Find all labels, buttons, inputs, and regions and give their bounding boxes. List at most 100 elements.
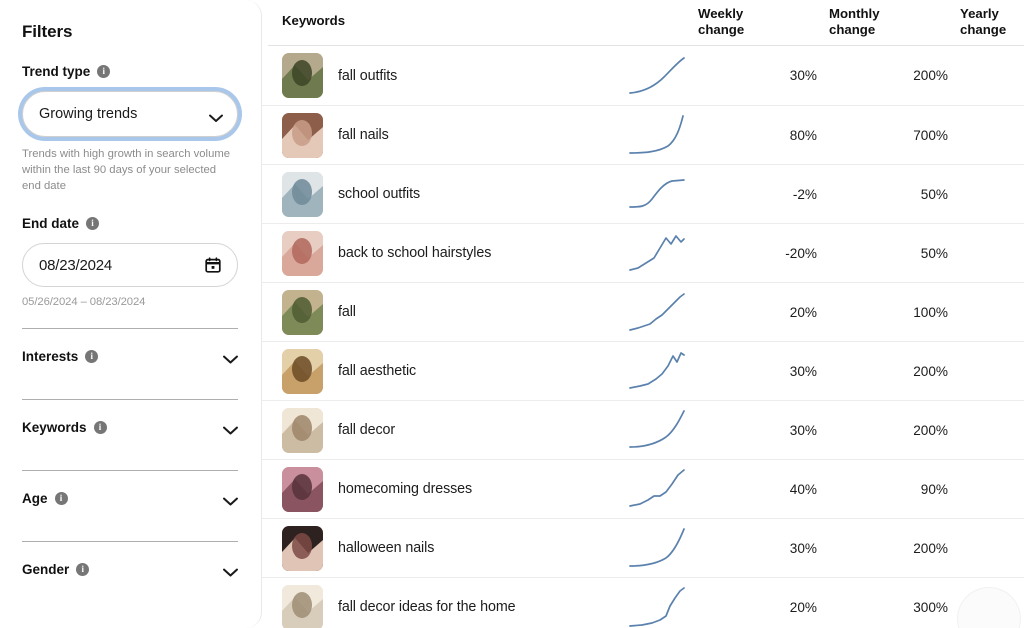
info-icon[interactable]: i [93,420,107,434]
monthly-change-value: 700% [913,127,948,143]
info-icon[interactable]: i [97,65,111,78]
chevron-down-icon [223,494,238,506]
yearly-change-value: 20% [960,68,1024,83]
sidebar-item-gender[interactable]: Gender i [22,546,238,592]
yearly-change-value: 60% [960,246,1024,261]
section-divider [22,328,238,330]
table-row[interactable]: fall decor ideas for the home20%300%30% [262,577,1024,628]
weekly-change-value: -2% [792,186,817,202]
keyword-cell: homecoming dresses [268,466,628,512]
sparkline-chart [629,352,685,389]
trend-type-select[interactable]: Growing trends [22,91,238,137]
keyword-label: fall decor ideas for the home [338,599,516,615]
sidebar-sections: Interests i Keywords i Age i Gender i [22,328,239,592]
keyword-thumbnail[interactable] [282,53,323,98]
column-header-yearly-change[interactable]: Yearly change [960,0,1024,39]
monthly-change-value: 200% [913,540,948,556]
keyword-thumbnail[interactable] [282,348,323,394]
keyword-cell: fall [268,289,628,335]
keyword-thumbnail[interactable] [282,230,323,276]
date-range-caption: 05/26/2024 – 08/23/2024 [22,296,146,309]
calendar-icon[interactable] [205,257,221,273]
table-row[interactable]: fall aesthetic 30% 200% -30% [262,341,1024,400]
info-icon[interactable]: i [86,217,100,231]
keyword-label: halloween nails [338,540,435,556]
chevron-down-icon [209,110,223,122]
monthly-header-line1: Monthly [829,6,880,21]
monthly-header-line2: change [829,22,876,38]
sparkline-cell [628,466,698,512]
column-header-sparkline [628,0,698,6]
table-row[interactable]: fall outfits 30% 200% 20% [262,46,1024,105]
column-header-keywords[interactable]: Keywords [268,0,628,29]
monthly-change-value: 200% [913,422,948,438]
trend-type-help-text: Trends with high growth in search volume… [22,148,231,193]
sparkline-cell [628,525,698,571]
monthly-change-value: 100% [913,304,948,320]
weekly-change-value: 40% [789,481,817,497]
keyword-thumbnail[interactable] [282,525,323,571]
weekly-header-line2: change [698,22,745,38]
keyword-label: fall nails [338,127,389,143]
chevron-down-icon [223,423,238,435]
sparkline-cell [628,407,698,453]
yearly-header-line2: change [960,22,1007,38]
weekly-header-line1: Weekly [698,6,744,21]
trend-type-label-text: Trend type [22,64,91,79]
sparkline-cell [628,53,698,99]
keyword-label: homecoming dresses [338,481,473,497]
end-date-value: 08/23/2024 [39,256,113,274]
info-icon[interactable]: i [76,562,90,576]
section-divider [22,541,238,543]
table-row[interactable]: school outfits -2% 50% 20% [262,164,1024,223]
monthly-change-value: 50% [920,245,948,261]
table-body: fall outfits 30% 200% 20% fall nails 80% 700% 4… [262,46,1024,628]
keyword-cell: fall decor ideas for the home [268,584,628,628]
sparkline-cell [628,584,698,628]
info-icon[interactable]: i [54,491,68,505]
keyword-thumbnail[interactable] [282,584,323,628]
info-icon[interactable]: i [85,349,99,363]
monthly-change-value: 200% [913,68,948,83]
sparkline-chart [629,587,685,627]
keyword-thumbnail[interactable] [282,289,323,335]
sparkline-cell [628,171,698,217]
keyword-thumbnail[interactable] [282,466,323,512]
table-row[interactable]: fall nails 80% 700% 40% [262,105,1024,164]
monthly-change-value: 200% [913,363,948,379]
table-row[interactable]: halloween nails 30% 200% 7% [262,518,1024,577]
keyword-label: fall outfits [338,67,398,84]
weekly-change-value: 30% [789,68,817,83]
sidebar-item-interests[interactable]: Interests i [22,333,238,379]
keyword-label: back to school hairstyles [338,245,492,261]
table-row[interactable]: homecoming dresses 40% 90% -7% [262,459,1024,518]
keyword-thumbnail[interactable] [282,407,323,453]
sidebar-item-age[interactable]: Age i [22,475,238,521]
yearly-change-value: 3% [960,305,1024,320]
keyword-cell: fall aesthetic [268,348,628,394]
keywords-label: Keywords i [22,420,223,435]
sparkline-chart [629,235,685,271]
sparkline-chart [629,469,685,507]
yearly-change-value: 20% [960,187,1024,202]
keyword-cell: halloween nails [268,525,628,571]
table-row[interactable]: back to school hairstyles -20% 50% 60% [262,223,1024,282]
end-date-input[interactable]: 08/23/2024 [22,243,238,288]
sparkline-cell [628,289,698,335]
keyword-thumbnail[interactable] [282,112,323,158]
keyword-cell: fall nails [268,112,628,158]
column-header-monthly-change[interactable]: Monthly change [829,0,960,39]
sparkline-chart [629,115,684,154]
weekly-change-value: 20% [789,304,817,320]
table-row[interactable]: fall decor 30% 200% -20% [262,400,1024,459]
monthly-change-value: 300% [913,599,948,615]
sparkline-chart [629,293,685,331]
chevron-down-icon [223,352,238,364]
table-row[interactable]: fall 20% 100% 3% [262,282,1024,341]
column-header-weekly-change[interactable]: Weekly change [698,0,829,39]
age-label-text: Age [22,490,48,506]
keyword-thumbnail[interactable] [282,171,323,217]
trends-table: Keywords Weekly change Monthly change Ye… [262,0,1024,628]
sidebar-item-keywords[interactable]: Keywords i [22,404,238,450]
weekly-change-value: 30% [789,422,817,438]
